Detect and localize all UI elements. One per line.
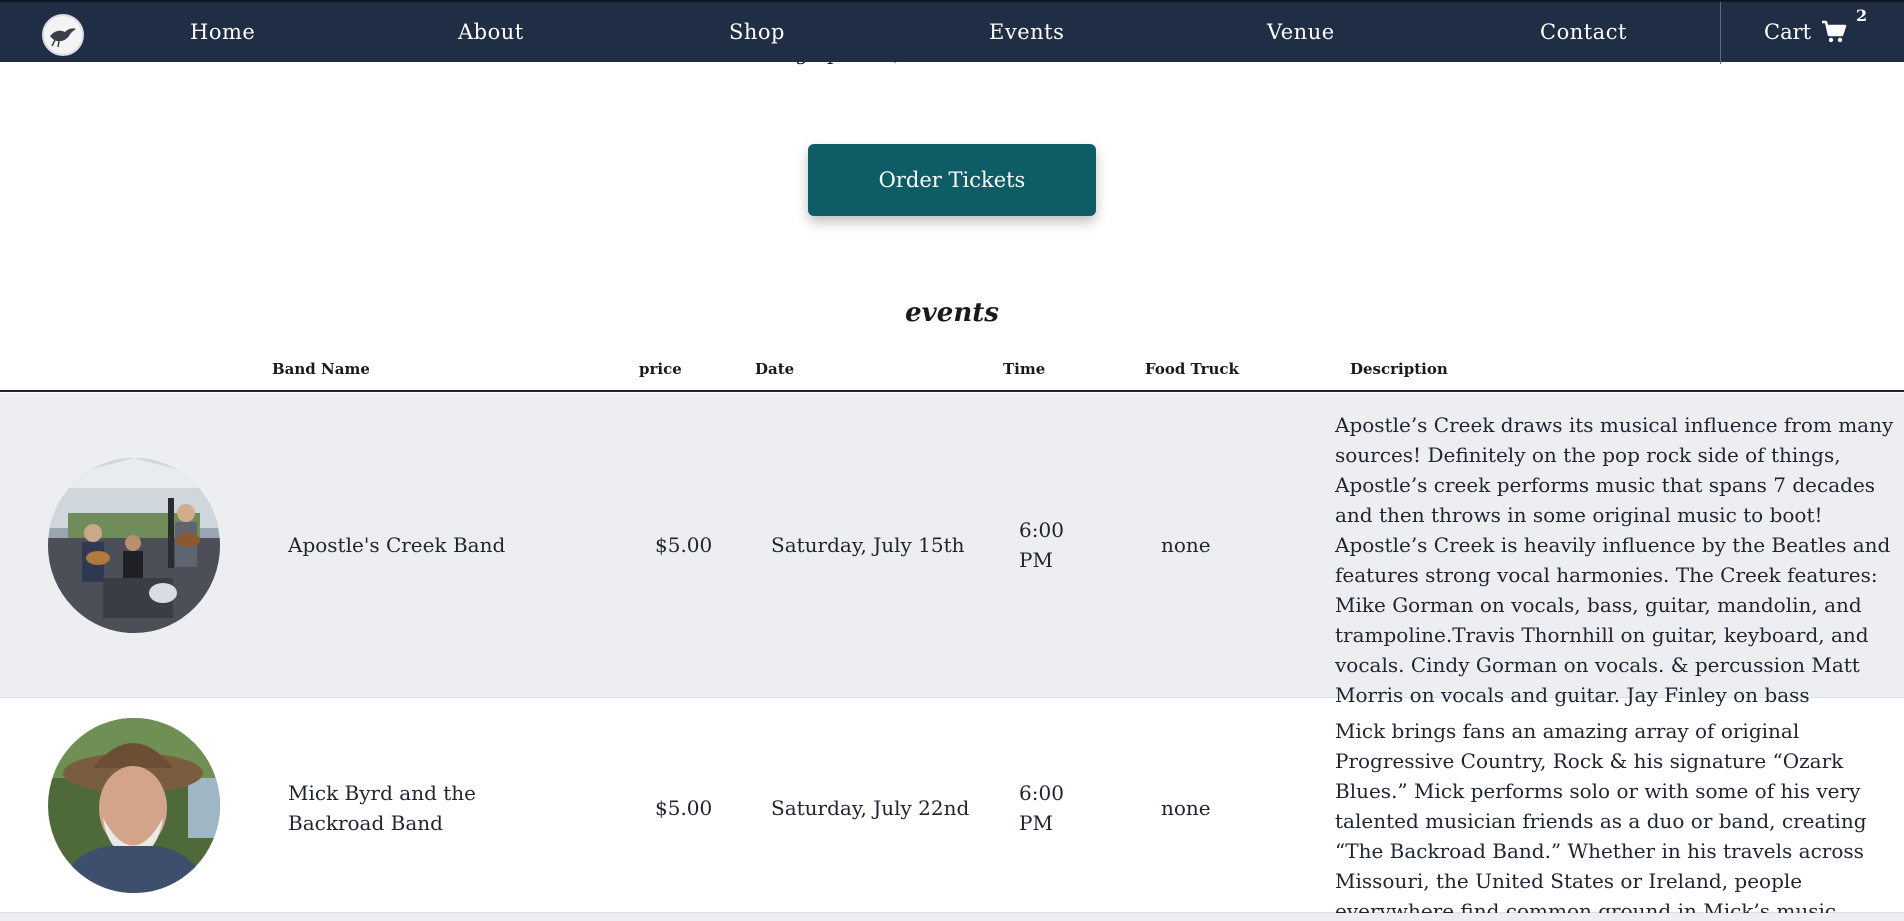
event-date: Saturday, July 22nd xyxy=(771,796,970,820)
table-row: Apostle's Creek Band $5.00 Saturday, Jul… xyxy=(0,393,1904,707)
cart-link[interactable]: Cart xyxy=(1764,20,1847,44)
nav-about[interactable]: About xyxy=(458,20,524,44)
event-price: $5.00 xyxy=(655,533,713,557)
band-name: Mick Byrd and the Backroad Band xyxy=(288,781,476,835)
cart-count-badge: 2 xyxy=(1856,6,1868,25)
table-row xyxy=(0,913,1904,921)
nav-contact[interactable]: Contact xyxy=(1540,20,1627,44)
event-time: 6:00 PM xyxy=(1019,518,1064,572)
cart-label: Cart xyxy=(1764,20,1812,44)
col-time: Time xyxy=(1003,360,1046,378)
event-time: 6:00 PM xyxy=(1019,781,1064,835)
nav-divider xyxy=(1720,2,1721,64)
event-description: Mick brings fans an amazing array of ori… xyxy=(1335,719,1867,921)
event-date: Saturday, July 15th xyxy=(771,533,965,557)
col-food-truck: Food Truck xyxy=(1145,360,1239,378)
food-truck: none xyxy=(1161,796,1211,820)
events-table-header: Band Name price Date Time Food Truck Des… xyxy=(0,360,1904,392)
col-band-name: Band Name xyxy=(272,360,370,378)
col-price: price xyxy=(639,360,682,378)
nav-shop[interactable]: Shop xyxy=(729,20,785,44)
band-photo[interactable] xyxy=(48,458,220,633)
bird-logo-icon[interactable] xyxy=(42,14,84,56)
shopping-cart-icon xyxy=(1822,20,1847,43)
food-truck: none xyxy=(1161,533,1211,557)
table-row: Mick Byrd and the Backroad Band $5.00 Sa… xyxy=(0,698,1904,921)
col-date: Date xyxy=(755,360,795,378)
order-tickets-button[interactable]: Order Tickets xyxy=(808,144,1096,216)
nav-events[interactable]: Events xyxy=(989,20,1064,44)
musician-portrait[interactable] xyxy=(48,718,220,893)
band-name: Apostle's Creek Band xyxy=(288,533,506,557)
event-description: Apostle’s Creek draws its musical influe… xyxy=(1335,413,1894,707)
nav-home[interactable]: Home xyxy=(190,20,255,44)
col-description: Description xyxy=(1350,360,1448,378)
events-heading: events xyxy=(905,298,999,328)
nav-venue[interactable]: Venue xyxy=(1267,20,1335,44)
event-price: $5.00 xyxy=(655,796,713,820)
top-nav: Home About Shop Events Venue Contact Car… xyxy=(0,0,1904,64)
